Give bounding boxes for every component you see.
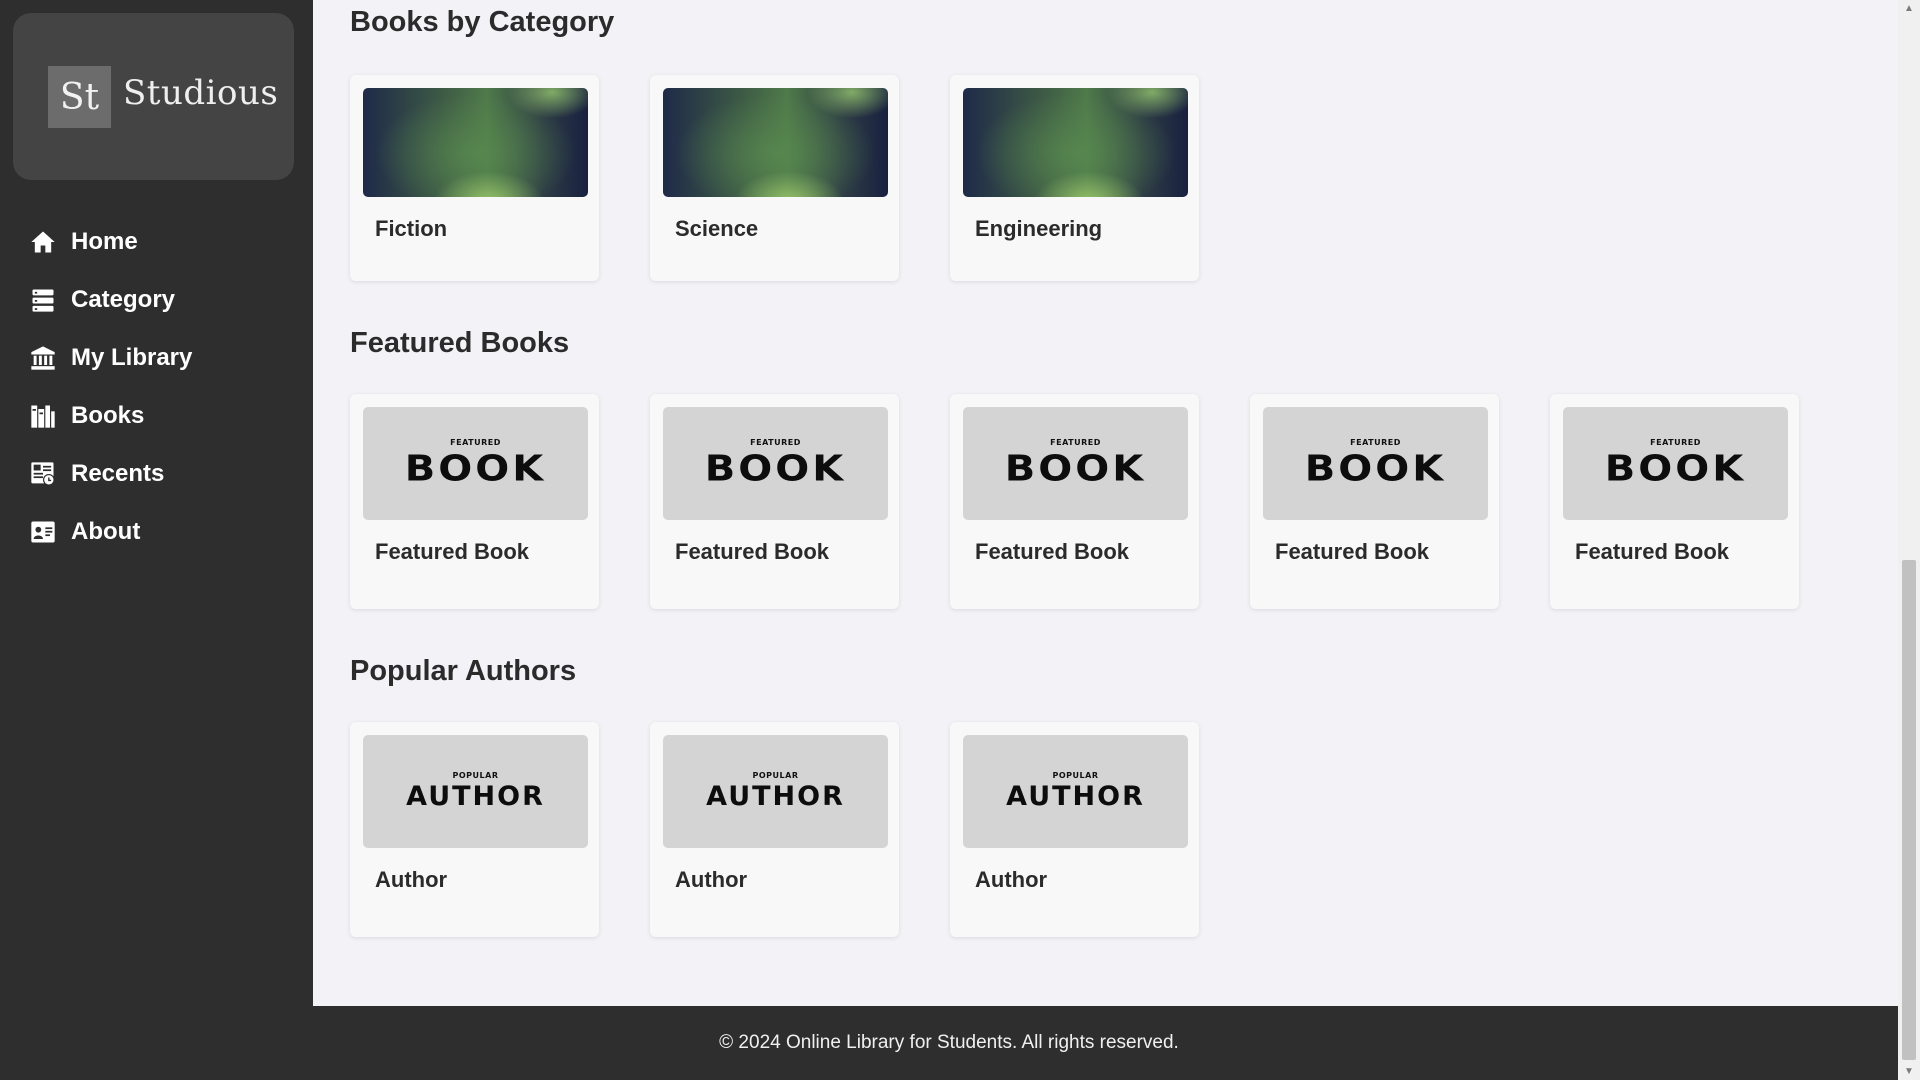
logo[interactable]: St Studious (13, 13, 294, 180)
cover-tag: POPULAR (452, 771, 499, 780)
nav-label: Home (71, 228, 138, 255)
author-image: POPULAR AUTHOR (363, 735, 588, 848)
book-cover: FEATURED BOOK (963, 407, 1188, 520)
section-title-authors: Popular Authors (350, 655, 577, 687)
author-image: POPULAR AUTHOR (663, 735, 888, 848)
featured-book-card[interactable]: FEATURED BOOK Featured Book (350, 394, 599, 609)
cover-tag: FEATURED (450, 438, 501, 447)
cover-tag: FEATURED (1350, 438, 1401, 447)
scroll-down-arrow-icon[interactable]: ▼ (1898, 1063, 1920, 1080)
featured-book-card[interactable]: FEATURED BOOK Featured Book (650, 394, 899, 609)
vertical-scrollbar[interactable]: ▲ ▼ (1898, 0, 1920, 1080)
library-icon (29, 344, 57, 372)
cover-title: BOOK (704, 448, 847, 490)
category-card-fiction[interactable]: Fiction (350, 75, 599, 281)
cover-title: BOOK (1604, 448, 1747, 490)
cover-tag: POPULAR (1052, 771, 1099, 780)
home-icon (29, 228, 57, 256)
book-cover: FEATURED BOOK (1563, 407, 1788, 520)
footer-copyright: © 2024 Online Library for Students. All … (719, 1032, 1179, 1053)
nav-label: Recents (71, 460, 165, 487)
about-icon (29, 518, 57, 546)
book-label: Featured Book (375, 539, 530, 564)
nav-item-recents[interactable]: Recents (0, 445, 313, 503)
nav-label: Books (71, 402, 145, 429)
category-label: Fiction (375, 216, 448, 241)
cover-tag: POPULAR (752, 771, 799, 780)
nav-item-category[interactable]: Category (0, 271, 313, 329)
category-icon (29, 286, 57, 314)
category-image (963, 88, 1188, 197)
nav-item-about[interactable]: About (0, 503, 313, 561)
books-icon (29, 402, 57, 430)
book-label: Featured Book (975, 539, 1130, 564)
nav-item-books[interactable]: Books (0, 387, 313, 445)
featured-book-card[interactable]: FEATURED BOOK Featured Book (1250, 394, 1499, 609)
nav-label: My Library (71, 344, 193, 371)
author-card[interactable]: POPULAR AUTHOR Author (950, 722, 1199, 937)
cover-title: BOOK (404, 448, 547, 490)
book-label: Featured Book (1275, 539, 1430, 564)
author-image: POPULAR AUTHOR (963, 735, 1188, 848)
featured-book-card[interactable]: FEATURED BOOK Featured Book (950, 394, 1199, 609)
scroll-up-arrow-icon[interactable]: ▲ (1898, 0, 1920, 17)
nav-label: About (71, 518, 141, 545)
category-label: Engineering (975, 216, 1103, 241)
category-image (663, 88, 888, 197)
category-card-science[interactable]: Science (650, 75, 899, 281)
featured-book-card[interactable]: FEATURED BOOK Featured Book (1550, 394, 1799, 609)
book-cover: FEATURED BOOK (363, 407, 588, 520)
footer: © 2024 Online Library for Students. All … (0, 1006, 1898, 1080)
sidebar-nav: Home Category My Library Books Recents A… (0, 213, 313, 561)
category-image (363, 88, 588, 197)
nav-label: Category (71, 286, 176, 313)
recents-icon (29, 460, 57, 488)
cover-title: AUTHOR (706, 781, 845, 812)
book-cover: FEATURED BOOK (1263, 407, 1488, 520)
scrollbar-thumb[interactable] (1902, 560, 1916, 1060)
sidebar: St Studious Home Category My Library Boo… (0, 0, 313, 1006)
nav-item-home[interactable]: Home (0, 213, 313, 271)
cover-title: BOOK (1304, 448, 1447, 490)
cover-tag: FEATURED (1650, 438, 1701, 447)
book-label: Featured Book (675, 539, 830, 564)
cover-title: BOOK (1004, 448, 1147, 490)
author-card[interactable]: POPULAR AUTHOR Author (650, 722, 899, 937)
section-title-categories: Books by Category (350, 6, 615, 38)
author-label: Author (675, 867, 748, 892)
author-label: Author (375, 867, 448, 892)
cover-title: AUTHOR (406, 781, 545, 812)
cover-tag: FEATURED (750, 438, 801, 447)
book-label: Featured Book (1575, 539, 1730, 564)
logo-text: Studious (123, 73, 279, 113)
section-title-featured: Featured Books (350, 327, 570, 359)
category-label: Science (675, 216, 759, 241)
book-cover: FEATURED BOOK (663, 407, 888, 520)
main-content: Books by Category Fiction Science Engine… (313, 0, 1900, 1006)
author-card[interactable]: POPULAR AUTHOR Author (350, 722, 599, 937)
logo-mark: St (48, 66, 111, 128)
nav-item-my-library[interactable]: My Library (0, 329, 313, 387)
cover-tag: FEATURED (1050, 438, 1101, 447)
category-card-engineering[interactable]: Engineering (950, 75, 1199, 281)
author-label: Author (975, 867, 1048, 892)
cover-title: AUTHOR (1006, 781, 1145, 812)
